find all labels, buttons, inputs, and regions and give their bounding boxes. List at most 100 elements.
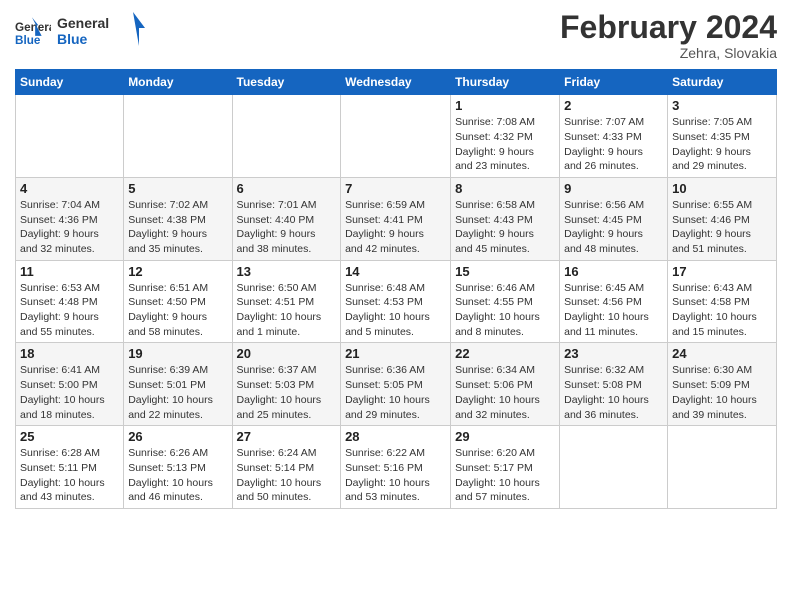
calendar-cell: 20 Sunrise: 6:37 AMSunset: 5:03 PMDayligh… [232,343,341,426]
day-of-week-header: Sunday [16,70,124,95]
day-number: 28 [345,429,446,444]
day-info: Sunrise: 6:59 AMSunset: 4:41 PMDaylight:… [345,198,446,257]
day-number: 19 [128,346,227,361]
logo-icon: General Blue [15,15,51,51]
day-of-week-header: Tuesday [232,70,341,95]
day-info: Sunrise: 6:32 AMSunset: 5:08 PMDaylight:… [564,363,663,422]
svg-text:Blue: Blue [57,31,88,47]
calendar-cell: 13 Sunrise: 6:50 AMSunset: 4:51 PMDayligh… [232,260,341,343]
day-number: 21 [345,346,446,361]
day-number: 14 [345,264,446,279]
calendar-cell: 2Sunrise: 7:07 AMSunset: 4:33 PMDaylight… [560,95,668,178]
day-info: Sunrise: 6:46 AMSunset: 4:55 PMDaylight:… [455,281,555,340]
day-info: Sunrise: 6:41 AMSunset: 5:00 PMDaylight:… [20,363,119,422]
day-info: Sunrise: 6:58 AMSunset: 4:43 PMDaylight:… [455,198,555,257]
calendar-week-row: 4Sunrise: 7:04 AMSunset: 4:36 PMDaylight… [16,177,777,260]
calendar-week-row: 18 Sunrise: 6:41 AMSunset: 5:00 PMDayligh… [16,343,777,426]
calendar-cell: 23Sunrise: 6:32 AMSunset: 5:08 PMDayligh… [560,343,668,426]
day-info: Sunrise: 6:30 AMSunset: 5:09 PMDaylight:… [672,363,772,422]
day-number: 29 [455,429,555,444]
day-info: Sunrise: 6:39 AMSunset: 5:01 PMDaylight:… [128,363,227,422]
calendar-cell: 24Sunrise: 6:30 AMSunset: 5:09 PMDayligh… [668,343,777,426]
calendar-cell: 29 Sunrise: 6:20 AMSunset: 5:17 PMDayligh… [451,426,560,509]
day-number: 17 [672,264,772,279]
day-info: Sunrise: 6:36 AMSunset: 5:05 PMDaylight:… [345,363,446,422]
day-info: Sunrise: 6:53 AMSunset: 4:48 PMDaylight:… [20,281,119,340]
calendar-cell: 8Sunrise: 6:58 AMSunset: 4:43 PMDaylight… [451,177,560,260]
page-header: General Blue General Blue February 2024 … [15,10,777,61]
day-info: Sunrise: 6:28 AMSunset: 5:11 PMDaylight:… [20,446,119,505]
day-info: Sunrise: 6:24 AMSunset: 5:14 PMDaylight:… [237,446,337,505]
day-info: Sunrise: 6:50 AMSunset: 4:51 PMDaylight:… [237,281,337,340]
day-number: 9 [564,181,663,196]
calendar-cell: 22Sunrise: 6:34 AMSunset: 5:06 PMDayligh… [451,343,560,426]
day-number: 13 [237,264,337,279]
day-info: Sunrise: 6:56 AMSunset: 4:45 PMDaylight:… [564,198,663,257]
day-info: Sunrise: 6:22 AMSunset: 5:16 PMDaylight:… [345,446,446,505]
calendar-header-row: SundayMondayTuesdayWednesdayThursdayFrid… [16,70,777,95]
calendar-cell: 14Sunrise: 6:48 AMSunset: 4:53 PMDayligh… [341,260,451,343]
calendar-cell: 1Sunrise: 7:08 AMSunset: 4:32 PMDaylight… [451,95,560,178]
day-info: Sunrise: 7:08 AMSunset: 4:32 PMDaylight:… [455,115,555,174]
calendar-cell [232,95,341,178]
calendar-cell: 28 Sunrise: 6:22 AMSunset: 5:16 PMDayligh… [341,426,451,509]
day-info: Sunrise: 6:51 AMSunset: 4:50 PMDaylight:… [128,281,227,340]
day-number: 5 [128,181,227,196]
svg-text:General: General [57,15,109,31]
day-number: 15 [455,264,555,279]
calendar-cell: 16Sunrise: 6:45 AMSunset: 4:56 PMDayligh… [560,260,668,343]
calendar-cell: 12 Sunrise: 6:51 AMSunset: 4:50 PMDayligh… [124,260,232,343]
day-number: 3 [672,98,772,113]
calendar-week-row: 25 Sunrise: 6:28 AMSunset: 5:11 PMDayligh… [16,426,777,509]
day-info: Sunrise: 6:37 AMSunset: 5:03 PMDaylight:… [237,363,337,422]
calendar-cell: 27 Sunrise: 6:24 AMSunset: 5:14 PMDayligh… [232,426,341,509]
location-subtitle: Zehra, Slovakia [560,45,777,61]
day-number: 16 [564,264,663,279]
day-number: 20 [237,346,337,361]
calendar-cell: 6Sunrise: 7:01 AMSunset: 4:40 PMDaylight… [232,177,341,260]
day-number: 25 [20,429,119,444]
calendar-cell: 25 Sunrise: 6:28 AMSunset: 5:11 PMDayligh… [16,426,124,509]
calendar-cell [124,95,232,178]
day-info: Sunrise: 6:26 AMSunset: 5:13 PMDaylight:… [128,446,227,505]
title-area: February 2024 Zehra, Slovakia [560,10,777,61]
calendar-cell [341,95,451,178]
day-info: Sunrise: 7:02 AMSunset: 4:38 PMDaylight:… [128,198,227,257]
day-info: Sunrise: 7:01 AMSunset: 4:40 PMDaylight:… [237,198,337,257]
day-of-week-header: Thursday [451,70,560,95]
calendar-cell [560,426,668,509]
calendar-cell: 7 Sunrise: 6:59 AMSunset: 4:41 PMDaylight… [341,177,451,260]
calendar-cell: 10 Sunrise: 6:55 AMSunset: 4:46 PMDayligh… [668,177,777,260]
day-number: 10 [672,181,772,196]
day-number: 27 [237,429,337,444]
day-number: 11 [20,264,119,279]
calendar-cell: 5 Sunrise: 7:02 AMSunset: 4:38 PMDaylight… [124,177,232,260]
logo: General Blue General Blue [15,10,147,56]
calendar-cell: 11 Sunrise: 6:53 AMSunset: 4:48 PMDayligh… [16,260,124,343]
calendar-cell: 17 Sunrise: 6:43 AMSunset: 4:58 PMDayligh… [668,260,777,343]
day-of-week-header: Wednesday [341,70,451,95]
day-number: 26 [128,429,227,444]
day-info: Sunrise: 7:05 AMSunset: 4:35 PMDaylight:… [672,115,772,174]
calendar-table: SundayMondayTuesdayWednesdayThursdayFrid… [15,69,777,509]
day-of-week-header: Saturday [668,70,777,95]
day-info: Sunrise: 6:55 AMSunset: 4:46 PMDaylight:… [672,198,772,257]
calendar-week-row: 1Sunrise: 7:08 AMSunset: 4:32 PMDaylight… [16,95,777,178]
day-info: Sunrise: 6:34 AMSunset: 5:06 PMDaylight:… [455,363,555,422]
svg-text:General: General [15,21,51,34]
day-info: Sunrise: 7:04 AMSunset: 4:36 PMDaylight:… [20,198,119,257]
day-number: 2 [564,98,663,113]
day-number: 18 [20,346,119,361]
calendar-cell: 26 Sunrise: 6:26 AMSunset: 5:13 PMDayligh… [124,426,232,509]
day-info: Sunrise: 6:20 AMSunset: 5:17 PMDaylight:… [455,446,555,505]
day-number: 12 [128,264,227,279]
calendar-cell [16,95,124,178]
day-info: Sunrise: 6:43 AMSunset: 4:58 PMDaylight:… [672,281,772,340]
calendar-cell: 9 Sunrise: 6:56 AMSunset: 4:45 PMDaylight… [560,177,668,260]
calendar-cell: 3 Sunrise: 7:05 AMSunset: 4:35 PMDaylight… [668,95,777,178]
logo-text: General Blue [57,10,147,56]
calendar-cell [668,426,777,509]
calendar-cell: 4Sunrise: 7:04 AMSunset: 4:36 PMDaylight… [16,177,124,260]
day-number: 7 [345,181,446,196]
calendar-cell: 19 Sunrise: 6:39 AMSunset: 5:01 PMDayligh… [124,343,232,426]
